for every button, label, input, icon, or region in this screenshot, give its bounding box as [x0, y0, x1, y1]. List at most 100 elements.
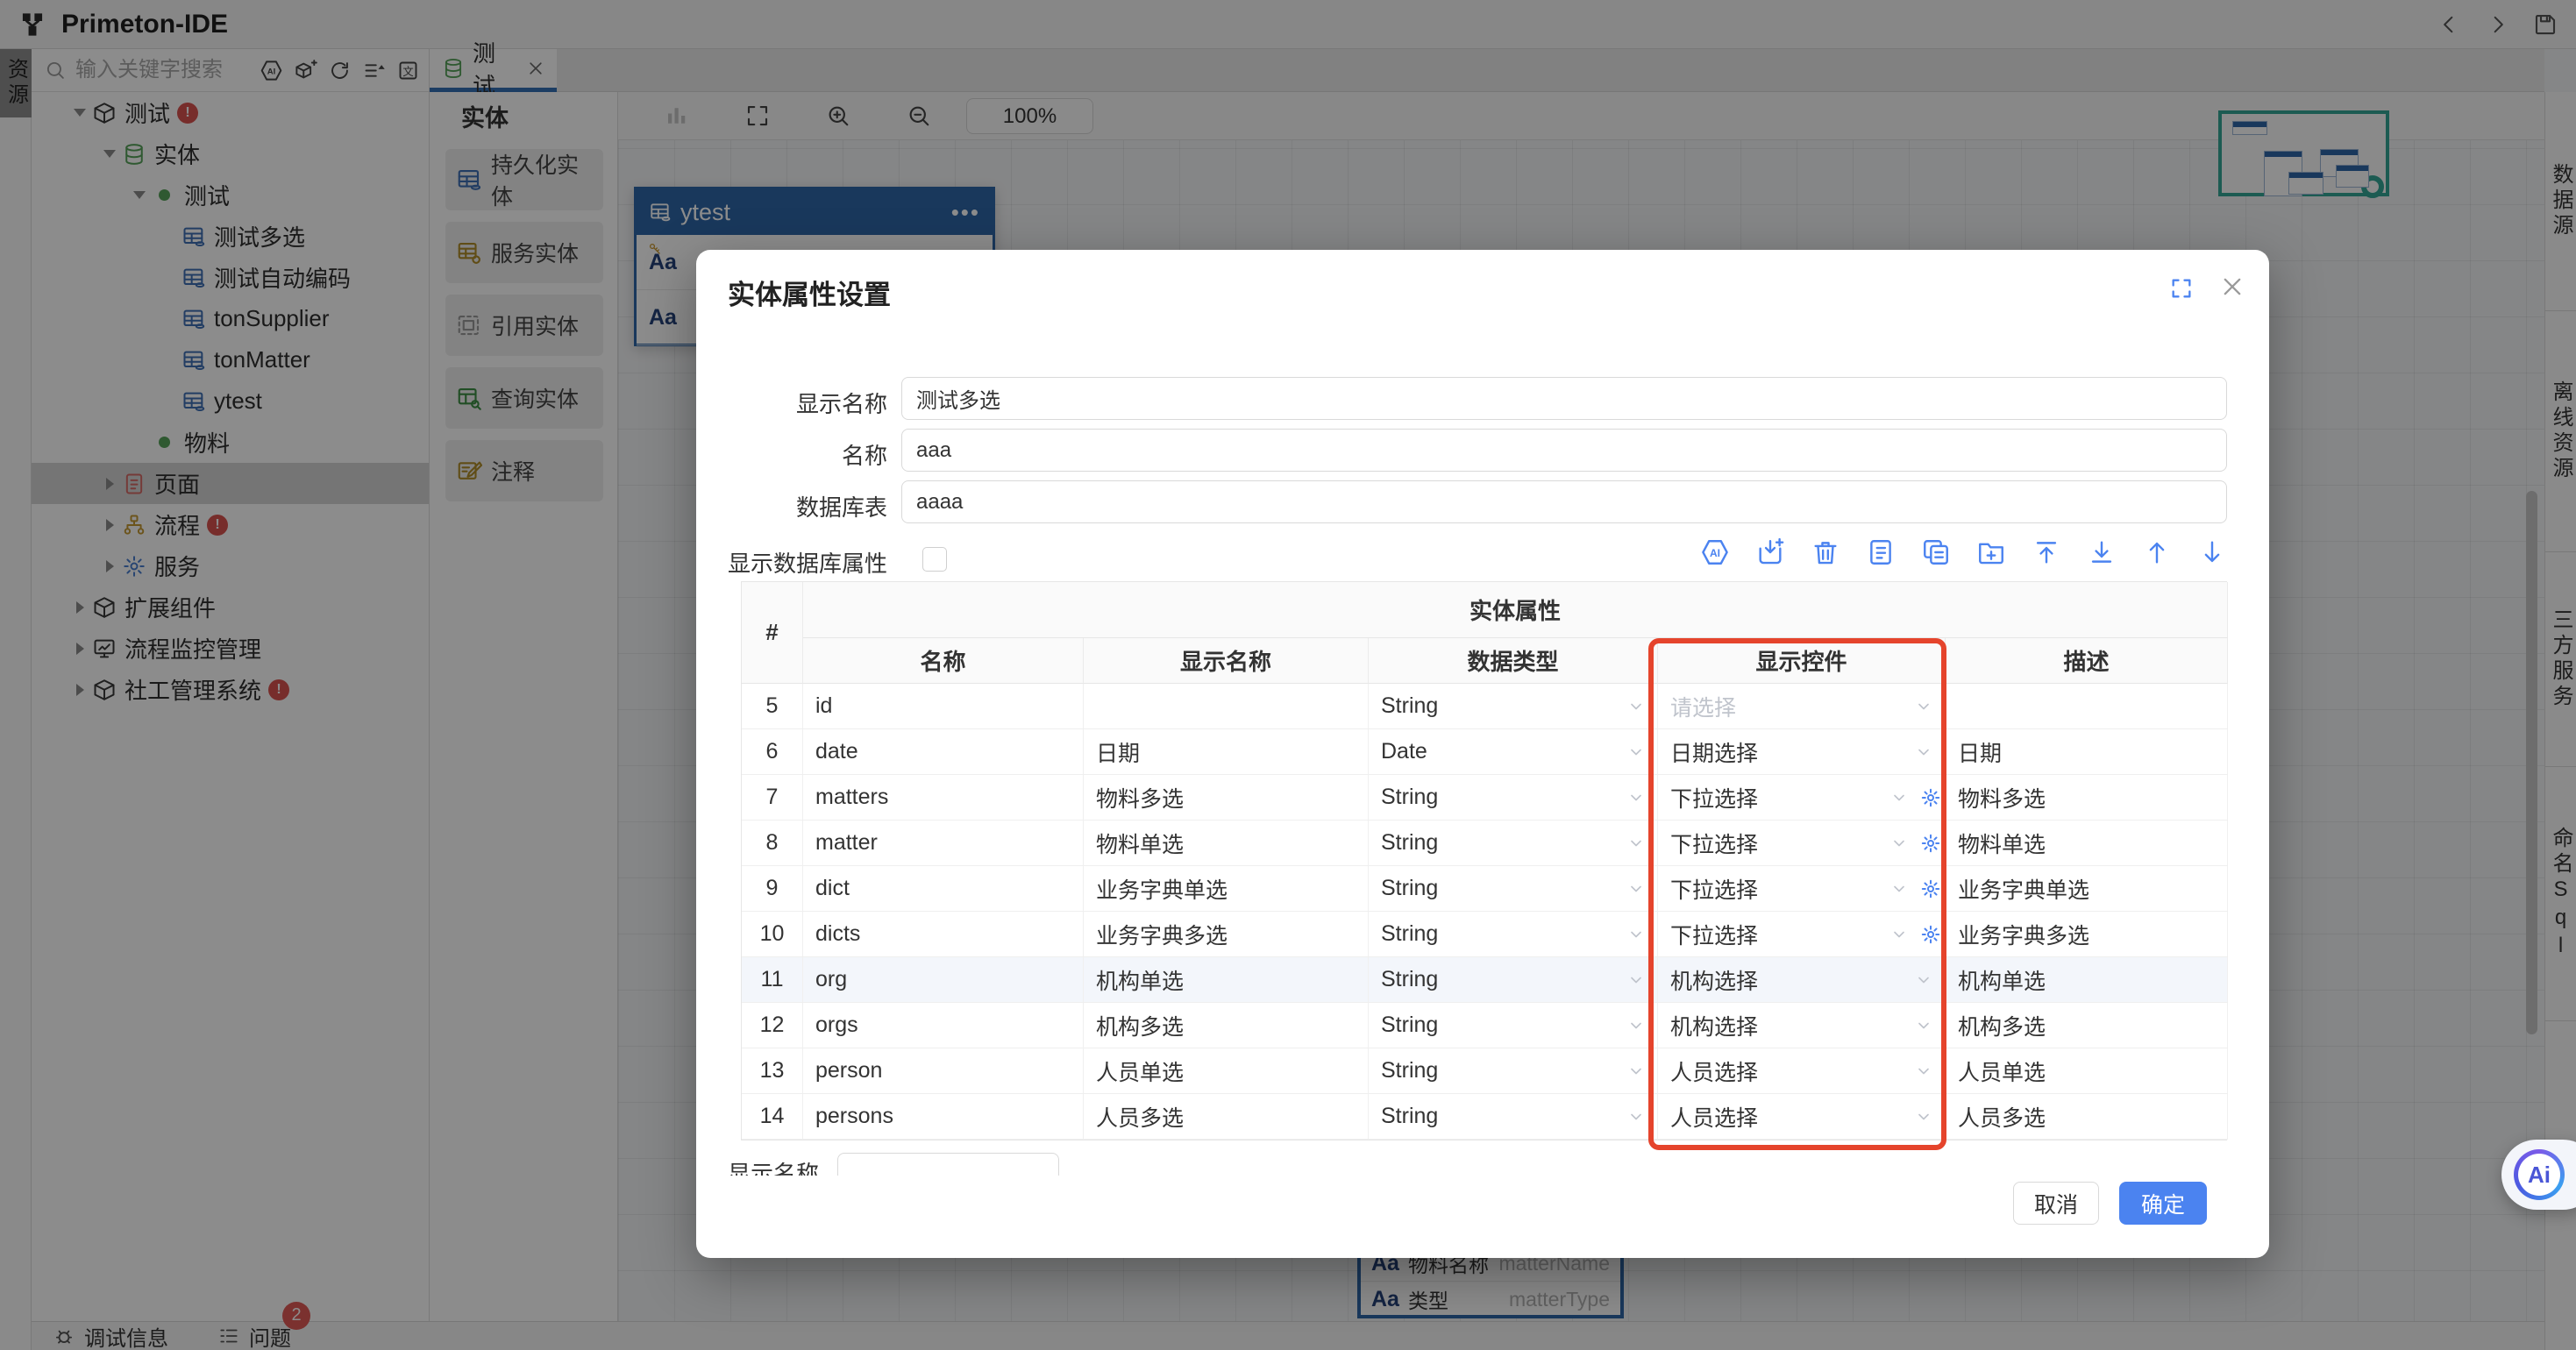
description-cell[interactable]: 机构单选	[1946, 957, 2228, 1003]
data-type-select[interactable]: Date	[1369, 729, 1658, 775]
display-name-label: 显示名称	[696, 387, 887, 419]
select-value: String	[1369, 876, 1627, 901]
fullscreen-icon	[2169, 276, 2194, 301]
chevron-down-icon	[1890, 789, 1908, 806]
widget-select[interactable]: 机构选择	[1658, 957, 1946, 1003]
up-icon[interactable]	[2142, 537, 2172, 567]
select-value: Date	[1369, 739, 1627, 764]
fullscreen-icon[interactable]	[2169, 276, 2194, 301]
select-value: String	[1369, 1012, 1627, 1038]
description-cell[interactable]: 物料单选	[1946, 821, 2228, 866]
widget-settings-gear-icon[interactable]	[1920, 787, 1941, 808]
clipped-input[interactable]	[837, 1153, 1059, 1176]
select-value: 机构选择	[1658, 964, 1915, 996]
select-value: String	[1369, 921, 1627, 947]
display-name-cell[interactable]: 业务字典单选	[1084, 866, 1369, 912]
to-top-icon[interactable]	[2032, 537, 2061, 567]
db-table-input[interactable]: aaaa	[901, 480, 2227, 523]
name-cell[interactable]: matter	[803, 821, 1084, 866]
data-type-select[interactable]: String	[1369, 957, 1658, 1003]
name-cell[interactable]: person	[803, 1048, 1084, 1094]
down-icon[interactable]	[2197, 537, 2227, 567]
widget-select[interactable]: 下拉选择	[1658, 775, 1946, 821]
show-db-attrs-checkbox[interactable]	[922, 547, 947, 572]
ai-assistant-button[interactable]: Ai	[2501, 1140, 2576, 1210]
widget-select[interactable]: 下拉选择	[1658, 912, 1946, 957]
data-type-select[interactable]: String	[1369, 775, 1658, 821]
name-cell[interactable]: matters	[803, 775, 1084, 821]
display-name-cell[interactable]: 物料单选	[1084, 821, 1369, 866]
widget-settings-gear-icon[interactable]	[1920, 924, 1941, 945]
data-type-select[interactable]: String	[1369, 866, 1658, 912]
column-header: 显示控件	[1658, 638, 1946, 684]
clipped-form-row: 显示名称	[696, 1146, 2227, 1176]
widget-select[interactable]: 人员选择	[1658, 1094, 1946, 1140]
close-icon[interactable]	[2220, 274, 2245, 299]
row-index: 9	[742, 866, 803, 912]
description-cell[interactable]: 业务字典多选	[1946, 912, 2228, 957]
name-cell[interactable]: org	[803, 957, 1084, 1003]
import-icon[interactable]	[1755, 537, 1785, 567]
chevron-down-icon	[1627, 1108, 1645, 1126]
name-cell[interactable]: date	[803, 729, 1084, 775]
property-toolbar: AI	[1700, 537, 2227, 567]
description-cell[interactable]: 人员单选	[1946, 1048, 2228, 1094]
select-value: 下拉选择	[1658, 873, 1890, 905]
select-value: String	[1369, 1104, 1627, 1129]
description-cell[interactable]: 物料多选	[1946, 775, 2228, 821]
data-type-select[interactable]: String	[1369, 821, 1658, 866]
data-type-select[interactable]: String	[1369, 912, 1658, 957]
widget-select[interactable]: 下拉选择	[1658, 821, 1946, 866]
folder-plus-icon[interactable]	[1976, 537, 2006, 567]
display-name-cell[interactable]: 人员多选	[1084, 1094, 1369, 1140]
description-cell[interactable]	[1946, 684, 2228, 729]
doc-icon[interactable]	[1866, 537, 1896, 567]
name-cell[interactable]: dicts	[803, 912, 1084, 957]
select-value: 机构选择	[1658, 1010, 1915, 1041]
widget-select[interactable]: 请选择	[1658, 684, 1946, 729]
select-value: 人员选择	[1658, 1101, 1915, 1133]
description-cell[interactable]: 业务字典单选	[1946, 866, 2228, 912]
copy-icon[interactable]	[1921, 537, 1951, 567]
widget-select[interactable]: 人员选择	[1658, 1048, 1946, 1094]
row-index: 8	[742, 821, 803, 866]
name-label: 名称	[696, 438, 887, 471]
display-name-cell[interactable]: 物料多选	[1084, 775, 1369, 821]
widget-select[interactable]: 下拉选择	[1658, 866, 1946, 912]
description-cell[interactable]: 机构多选	[1946, 1003, 2228, 1048]
name-cell[interactable]: id	[803, 684, 1084, 729]
data-type-select[interactable]: String	[1369, 1003, 1658, 1048]
trash-icon[interactable]	[1811, 537, 1840, 567]
data-type-select[interactable]: String	[1369, 1048, 1658, 1094]
display-name-cell[interactable]: 机构单选	[1084, 957, 1369, 1003]
property-table: #实体属性名称显示名称数据类型显示控件描述5idString请选择6date日期…	[741, 581, 2227, 1140]
display-name-cell[interactable]: 机构多选	[1084, 1003, 1369, 1048]
data-type-select[interactable]: String	[1369, 684, 1658, 729]
widget-settings-gear-icon[interactable]	[1920, 878, 1941, 899]
display-name-input[interactable]: 测试多选	[901, 377, 2227, 420]
chevron-down-icon	[1627, 926, 1645, 943]
display-name-cell[interactable]: 人员单选	[1084, 1048, 1369, 1094]
chevron-down-icon	[1627, 971, 1645, 989]
modal-title: 实体属性设置	[728, 273, 891, 312]
name-input[interactable]: aaa	[901, 429, 2227, 472]
to-bottom-icon[interactable]	[2087, 537, 2117, 567]
name-cell[interactable]: persons	[803, 1094, 1084, 1140]
cancel-button[interactable]: 取消	[2013, 1182, 2099, 1225]
ok-button[interactable]: 确定	[2119, 1182, 2207, 1225]
display-name-cell[interactable]: 日期	[1084, 729, 1369, 775]
db-table-label: 数据库表	[696, 490, 887, 522]
widget-select[interactable]: 机构选择	[1658, 1003, 1946, 1048]
description-cell[interactable]: 日期	[1946, 729, 2228, 775]
description-cell[interactable]: 人员多选	[1946, 1094, 2228, 1140]
name-cell[interactable]: dict	[803, 866, 1084, 912]
name-cell[interactable]: orgs	[803, 1003, 1084, 1048]
show-db-attrs-label: 显示数据库属性	[728, 546, 887, 579]
ai-hex-icon[interactable]: AI	[1700, 537, 1730, 567]
widget-select[interactable]: 日期选择	[1658, 729, 1946, 775]
data-type-select[interactable]: String	[1369, 1094, 1658, 1140]
select-value: 下拉选择	[1658, 919, 1890, 950]
display-name-cell[interactable]	[1084, 684, 1369, 729]
widget-settings-gear-icon[interactable]	[1920, 833, 1941, 854]
display-name-cell[interactable]: 业务字典多选	[1084, 912, 1369, 957]
